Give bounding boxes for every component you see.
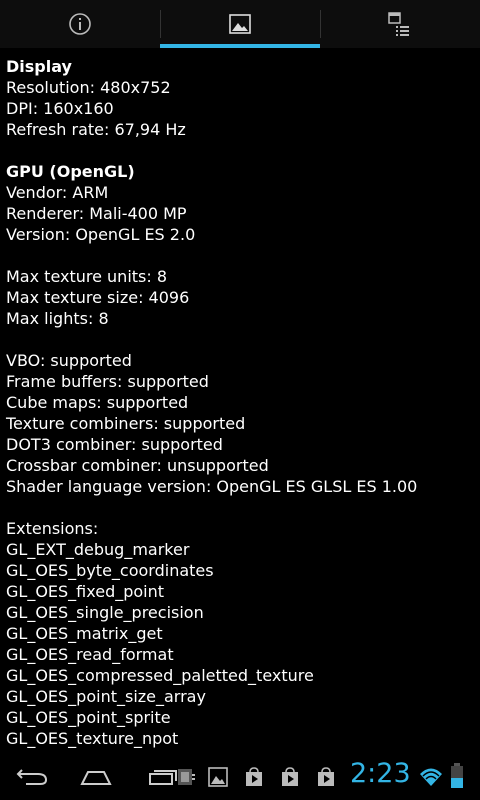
play-store-notification-icon-3: [315, 766, 337, 788]
info-line: Refresh rate: 67,94 Hz: [6, 120, 186, 139]
section-heading: Display: [6, 57, 72, 76]
info-line: GL_OES_byte_coordinates: [6, 561, 214, 580]
info-line: Cube maps: supported: [6, 393, 189, 412]
info-line: Extensions:: [6, 519, 99, 538]
info-line: Shader language version: OpenGL ES GLSL …: [6, 477, 418, 496]
info-line: DOT3 combiner: supported: [6, 435, 223, 454]
info-line: GL_OES_texture_npot: [6, 729, 179, 748]
info-line: Max lights: 8: [6, 309, 109, 328]
battery-icon: [450, 762, 464, 790]
info-line: GL_OES_read_format: [6, 645, 174, 664]
image-icon: [229, 14, 251, 34]
info-line: GL_OES_point_sprite: [6, 708, 171, 727]
play-store-notification-icon-1: [243, 766, 265, 788]
section-heading: GPU (OpenGL): [6, 162, 135, 181]
back-button[interactable]: [8, 760, 56, 792]
info-line: Max texture size: 4096: [6, 288, 190, 307]
tab-info[interactable]: [0, 0, 160, 48]
tab-gpu[interactable]: [160, 0, 320, 48]
info-line: Max texture units: 8: [6, 267, 168, 286]
info-line: GL_OES_fixed_point: [6, 582, 165, 601]
info-line: Renderer: Mali-400 MP: [6, 204, 187, 223]
info-line: Frame buffers: supported: [6, 372, 209, 391]
info-line: GL_OES_matrix_get: [6, 624, 163, 643]
gallery-notification-icon: [207, 766, 229, 788]
wifi-icon: [418, 764, 444, 790]
status-clock: 2:23: [350, 758, 411, 789]
info-line: Version: OpenGL ES 2.0: [6, 225, 196, 244]
back-icon: [16, 769, 48, 785]
tab-features[interactable]: [320, 0, 480, 48]
info-icon: [69, 13, 91, 35]
info-line: Crossbar combiner: unsupported: [6, 456, 269, 475]
info-line: Vendor: ARM: [6, 183, 109, 202]
info-line: VBO: supported: [6, 351, 132, 370]
info-line: GL_OES_single_precision: [6, 603, 204, 622]
info-line: GL_EXT_debug_marker: [6, 540, 190, 559]
calendar-list-icon: [388, 12, 409, 36]
play-store-notification-icon-2: [279, 766, 301, 788]
info-content: Display Resolution: 480x752 DPI: 160x160 Re…: [0, 48, 480, 752]
info-line: Resolution: 480x752: [6, 78, 171, 97]
info-line: GL_OES_compressed_paletted_texture: [6, 666, 314, 685]
tab-bar: [0, 0, 480, 48]
info-line: DPI: 160x160: [6, 99, 114, 118]
home-icon: [80, 771, 112, 785]
info-line: GL_OES_point_size_array: [6, 687, 206, 706]
home-button[interactable]: [72, 760, 120, 792]
info-line: Texture combiners: supported: [6, 414, 246, 433]
screenshot-notification-icon: [176, 766, 198, 788]
